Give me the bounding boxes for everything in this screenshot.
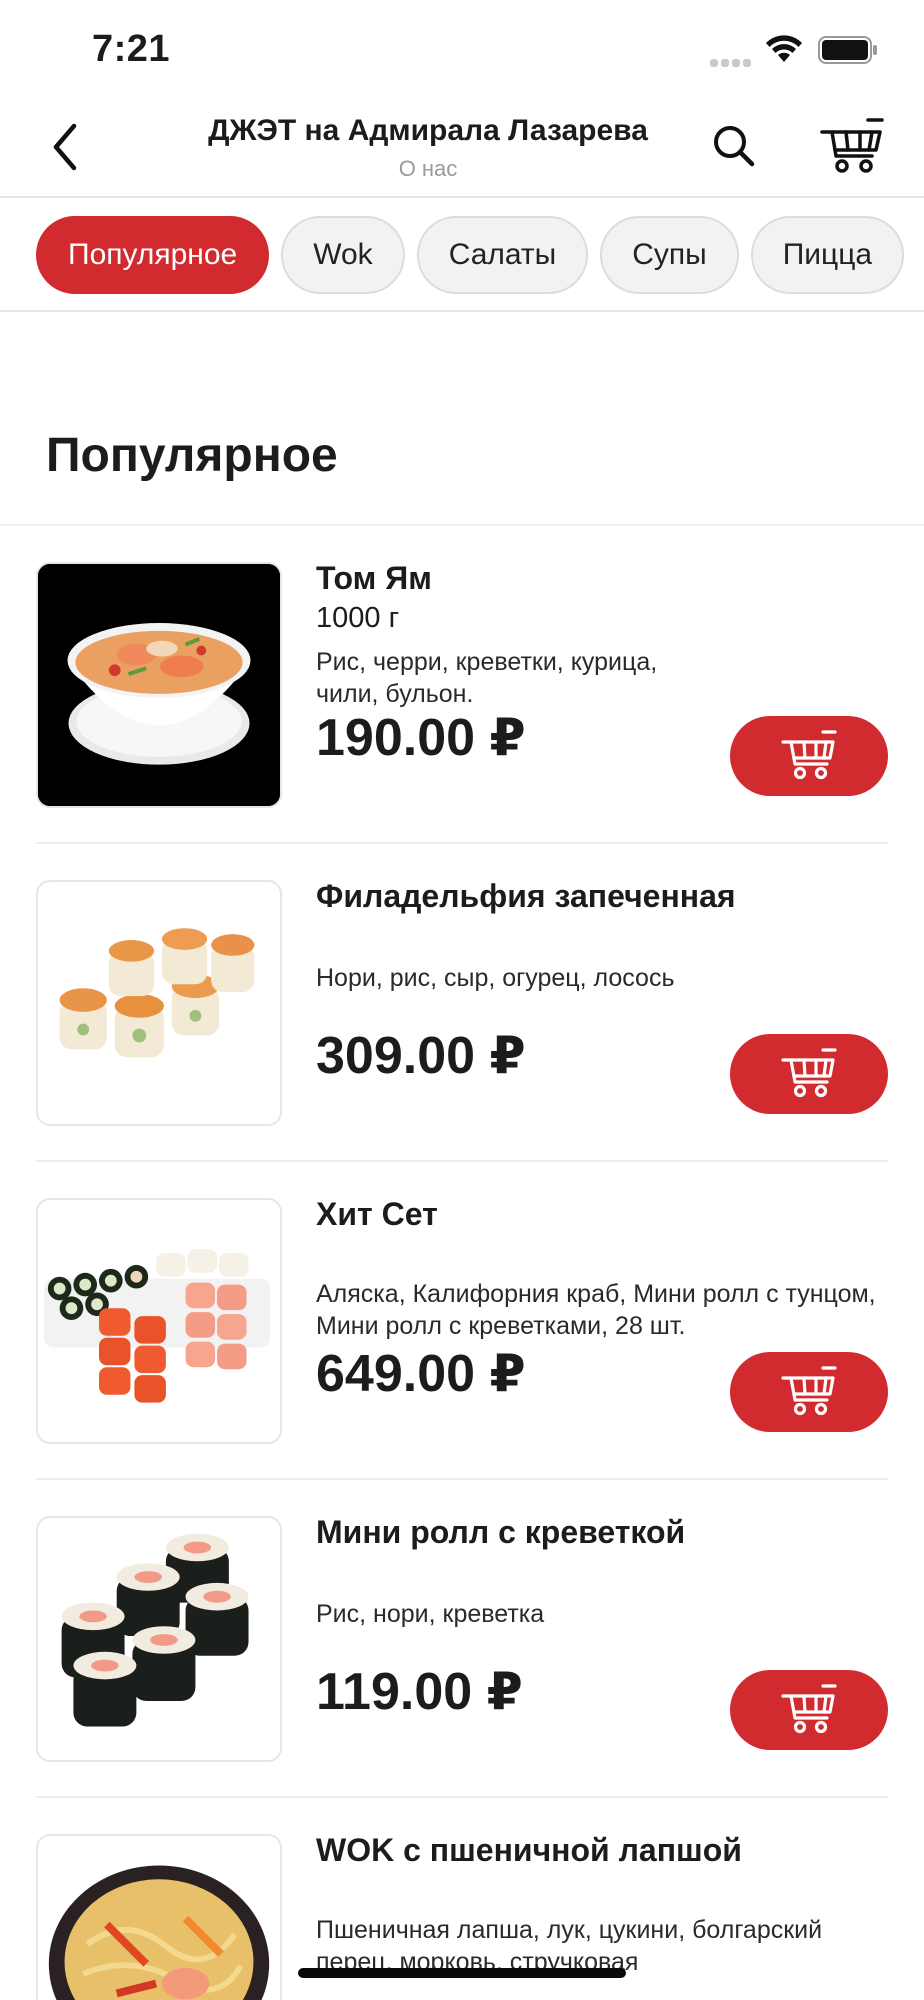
tab-wok[interactable]: Wok [281,216,405,294]
product-price: 309.00 ₽ [316,1027,526,1085]
product-image[interactable] [36,1834,282,2000]
product-description: Аляска, Калифорния краб, Мини ролл с тун… [316,1280,876,1340]
product-image[interactable] [36,880,282,1126]
shrimp-roll-image [38,1518,280,1760]
section-title: Популярное [46,429,338,482]
product-name: Филадельфия запеченная [316,878,736,914]
tab-pizza[interactable]: Пицца [750,216,905,294]
baked-roll-image [38,882,280,1124]
product-weight: 1000 г [316,602,400,634]
product-price: 649.00 ₽ [316,1345,526,1403]
product-price: 119.00 ₽ [316,1663,523,1721]
add-to-cart-button[interactable] [730,1034,888,1114]
product-description: Рис, нори, креветка [316,1600,545,1628]
product-card[interactable]: Филадельфия запеченная Нори, рис, сыр, о… [0,844,924,1162]
restaurant-title: ДЖЭТ на Адмирала Лазарева [208,114,648,147]
product-card[interactable]: Хит Сет Аляска, Калифорния краб, Мини ро… [0,1162,924,1480]
product-name: Том Ям [316,560,432,596]
product-name: Мини ролл с креветкой [316,1514,686,1550]
product-image[interactable] [36,1198,282,1444]
product-name: Хит Сет [316,1196,438,1232]
home-indicator[interactable] [298,1968,626,1978]
category-tabs: Популярное Wok Салаты Супы Пицца [0,198,924,312]
wifi-icon [766,35,802,62]
product-card[interactable]: Том Ям 1000 г Рис, черри, креветки, кури… [0,526,924,844]
product-name: WOK с пшеничной лапшой [316,1832,742,1868]
cellular-signal-icon [710,54,754,67]
search-button[interactable] [706,118,764,176]
product-description: Рис, черри, креветки, курица, чили, буль… [316,648,658,708]
sushi-set-image [38,1200,280,1442]
cart-icon [820,118,884,173]
wok-noodles-image [38,1836,280,2000]
tab-soups[interactable]: Супы [600,216,739,294]
battery-icon [818,36,877,64]
cart-icon [781,1366,837,1416]
tab-salads[interactable]: Салаты [416,216,589,294]
product-card[interactable]: Мини ролл с креветкой Рис, нори, креветк… [0,1480,924,1798]
product-image[interactable] [36,1516,282,1762]
product-price: 190.00 ₽ [316,709,526,767]
tom-yum-soup-image [38,564,280,806]
status-bar: 7:21 [0,0,924,96]
search-icon [714,126,755,167]
add-to-cart-button[interactable] [730,716,888,796]
cart-icon [781,1048,837,1098]
add-to-cart-button[interactable] [730,1352,888,1432]
add-to-cart-button[interactable] [730,1670,888,1750]
nav-bar: ДЖЭТ на Адмирала Лазарева О нас [0,96,924,198]
product-description: Нори, рис, сыр, огурец, лосось [316,964,675,992]
about-link[interactable]: О нас [0,156,924,182]
tab-popular[interactable]: Популярное [36,216,270,294]
status-time: 7:21 [92,28,171,70]
cart-icon [781,1684,837,1734]
product-image[interactable] [36,562,282,808]
cart-icon [781,730,837,780]
cart-button[interactable] [820,118,886,176]
